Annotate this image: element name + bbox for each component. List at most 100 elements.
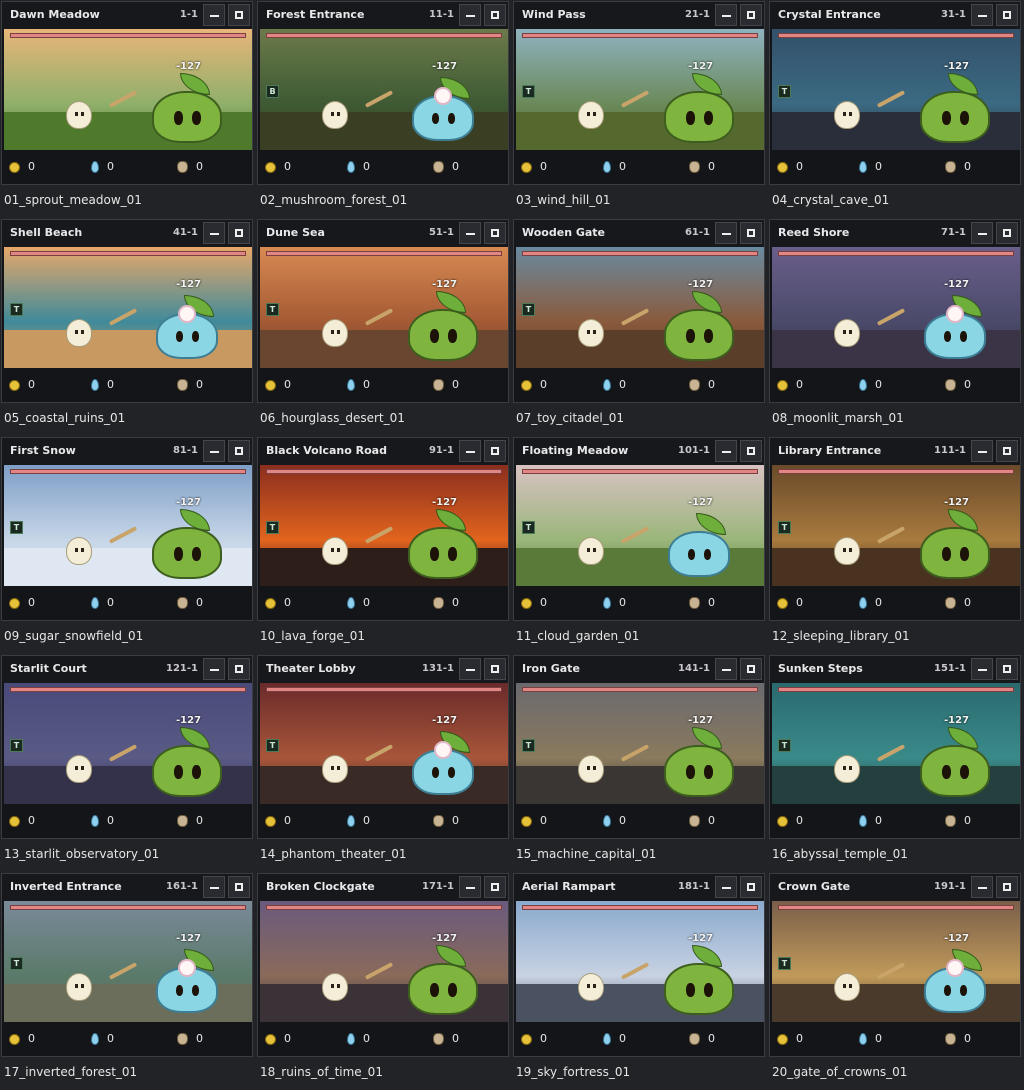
level-preview-window[interactable]: Floating Meadow 101-1 T -127 0 0 0 xyxy=(513,437,765,621)
crystal-count: 0 xyxy=(619,814,626,827)
window-titlebar[interactable]: Starlit Court 121-1 xyxy=(2,656,252,683)
minimize-button[interactable] xyxy=(459,440,481,462)
minimize-button[interactable] xyxy=(715,876,737,898)
material-count: 0 xyxy=(196,1032,203,1045)
level-preview-grid: Dawn Meadow 1-1 -127 0 0 0 01_sprout_meadow_01… xyxy=(0,0,1024,1090)
window-titlebar[interactable]: Theater Lobby 131-1 xyxy=(258,656,508,683)
level-cell: Dawn Meadow 1-1 -127 0 0 0 01_sprout_meadow_01 xyxy=(0,0,256,218)
maximize-button[interactable] xyxy=(996,440,1018,462)
minimize-button[interactable] xyxy=(203,4,225,26)
minimize-button[interactable] xyxy=(203,876,225,898)
level-preview-window[interactable]: Aerial Rampart 181-1 -127 0 0 0 xyxy=(513,873,765,1057)
level-preview-window[interactable]: Reed Shore 71-1 -127 0 0 0 xyxy=(769,219,1021,403)
maximize-button[interactable] xyxy=(228,440,250,462)
resource-bar: 0 0 0 xyxy=(770,806,1020,836)
level-preview-window[interactable]: Black Volcano Road 91-1 T -127 0 0 0 xyxy=(257,437,509,621)
material-bag-icon xyxy=(945,379,956,391)
minimize-button[interactable] xyxy=(459,222,481,244)
maximize-button[interactable] xyxy=(484,876,506,898)
maximize-button[interactable] xyxy=(740,876,762,898)
level-preview-window[interactable]: Dune Sea 51-1 T -127 0 0 0 xyxy=(257,219,509,403)
maximize-button[interactable] xyxy=(740,658,762,680)
maximize-button[interactable] xyxy=(484,658,506,680)
minimize-button[interactable] xyxy=(715,658,737,680)
scene-filename-caption: 08_moonlit_marsh_01 xyxy=(772,411,904,425)
minimize-button[interactable] xyxy=(459,4,481,26)
scene-filename-caption: 14_phantom_theater_01 xyxy=(260,847,407,861)
window-titlebar[interactable]: Crystal Entrance 31-1 xyxy=(770,2,1020,29)
gold-count: 0 xyxy=(540,1032,547,1045)
minimize-button[interactable] xyxy=(715,222,737,244)
window-titlebar[interactable]: Wind Pass 21-1 xyxy=(514,2,764,29)
maximize-button[interactable] xyxy=(484,4,506,26)
minimize-button[interactable] xyxy=(203,222,225,244)
level-preview-window[interactable]: Theater Lobby 131-1 T -127 0 0 0 xyxy=(257,655,509,839)
slime-eye xyxy=(192,765,201,779)
window-titlebar[interactable]: Reed Shore 71-1 xyxy=(770,220,1020,247)
maximize-button[interactable] xyxy=(484,222,506,244)
level-preview-window[interactable]: Crystal Entrance 31-1 T -127 0 0 0 xyxy=(769,1,1021,185)
level-preview-window[interactable]: Wind Pass 21-1 T -127 0 0 0 xyxy=(513,1,765,185)
maximize-button[interactable] xyxy=(484,440,506,462)
maximize-button[interactable] xyxy=(996,222,1018,244)
level-preview-window[interactable]: First Snow 81-1 T -127 0 0 0 xyxy=(1,437,253,621)
level-preview-window[interactable]: Library Entrance 111-1 T -127 0 0 0 xyxy=(769,437,1021,621)
level-preview-window[interactable]: Wooden Gate 61-1 T -127 0 0 0 xyxy=(513,219,765,403)
stage-number: 141-1 xyxy=(678,663,710,674)
minimize-button[interactable] xyxy=(971,658,993,680)
stage-number: 111-1 xyxy=(934,445,966,456)
window-titlebar[interactable]: First Snow 81-1 xyxy=(2,438,252,465)
resource-gold: 0 xyxy=(521,378,547,391)
window-titlebar[interactable]: Library Entrance 111-1 xyxy=(770,438,1020,465)
minimize-button[interactable] xyxy=(971,4,993,26)
level-title: Library Entrance xyxy=(778,444,882,457)
maximize-button[interactable] xyxy=(996,658,1018,680)
level-preview-window[interactable]: Starlit Court 121-1 T -127 0 0 0 xyxy=(1,655,253,839)
maximize-button[interactable] xyxy=(740,440,762,462)
level-preview-window[interactable]: Inverted Entrance 161-1 T -127 0 0 0 xyxy=(1,873,253,1057)
window-titlebar[interactable]: Inverted Entrance 161-1 xyxy=(2,874,252,901)
level-preview-window[interactable]: Shell Beach 41-1 T -127 0 0 0 xyxy=(1,219,253,403)
maximize-button[interactable] xyxy=(228,222,250,244)
maximize-button[interactable] xyxy=(740,222,762,244)
window-titlebar[interactable]: Dawn Meadow 1-1 xyxy=(2,2,252,29)
maximize-button[interactable] xyxy=(228,4,250,26)
level-preview-window[interactable]: Forest Entrance 11-1 B -127 0 0 0 xyxy=(257,1,509,185)
sword-projectile xyxy=(364,90,394,108)
window-titlebar[interactable]: Floating Meadow 101-1 xyxy=(514,438,764,465)
window-titlebar[interactable]: Sunken Steps 151-1 xyxy=(770,656,1020,683)
minimize-button[interactable] xyxy=(459,658,481,680)
window-titlebar[interactable]: Dune Sea 51-1 xyxy=(258,220,508,247)
window-titlebar[interactable]: Forest Entrance 11-1 xyxy=(258,2,508,29)
window-titlebar[interactable]: Aerial Rampart 181-1 xyxy=(514,874,764,901)
minimize-button[interactable] xyxy=(203,440,225,462)
level-preview-window[interactable]: Dawn Meadow 1-1 -127 0 0 0 xyxy=(1,1,253,185)
minimize-button[interactable] xyxy=(459,876,481,898)
damage-number: -127 xyxy=(944,715,970,726)
maximize-button[interactable] xyxy=(996,876,1018,898)
crystal-icon xyxy=(603,161,611,173)
window-titlebar[interactable]: Wooden Gate 61-1 xyxy=(514,220,764,247)
resource-crystal: 0 xyxy=(347,596,370,609)
minimize-button[interactable] xyxy=(715,440,737,462)
level-preview-window[interactable]: Iron Gate 141-1 T -127 0 0 0 xyxy=(513,655,765,839)
minimize-button[interactable] xyxy=(203,658,225,680)
gold-count: 0 xyxy=(540,814,547,827)
level-preview-window[interactable]: Crown Gate 191-1 T -127 0 0 0 xyxy=(769,873,1021,1057)
level-preview-window[interactable]: Sunken Steps 151-1 T -127 0 0 0 xyxy=(769,655,1021,839)
minimize-button[interactable] xyxy=(715,4,737,26)
window-titlebar[interactable]: Iron Gate 141-1 xyxy=(514,656,764,683)
level-preview-window[interactable]: Broken Clockgate 171-1 -127 0 0 0 xyxy=(257,873,509,1057)
maximize-button[interactable] xyxy=(228,658,250,680)
minimize-button[interactable] xyxy=(971,440,993,462)
maximize-button[interactable] xyxy=(228,876,250,898)
maximize-button[interactable] xyxy=(996,4,1018,26)
window-titlebar[interactable]: Crown Gate 191-1 xyxy=(770,874,1020,901)
minimize-button[interactable] xyxy=(971,222,993,244)
window-titlebar[interactable]: Broken Clockgate 171-1 xyxy=(258,874,508,901)
gold-count: 0 xyxy=(540,596,547,609)
minimize-button[interactable] xyxy=(971,876,993,898)
maximize-button[interactable] xyxy=(740,4,762,26)
window-titlebar[interactable]: Black Volcano Road 91-1 xyxy=(258,438,508,465)
window-titlebar[interactable]: Shell Beach 41-1 xyxy=(2,220,252,247)
